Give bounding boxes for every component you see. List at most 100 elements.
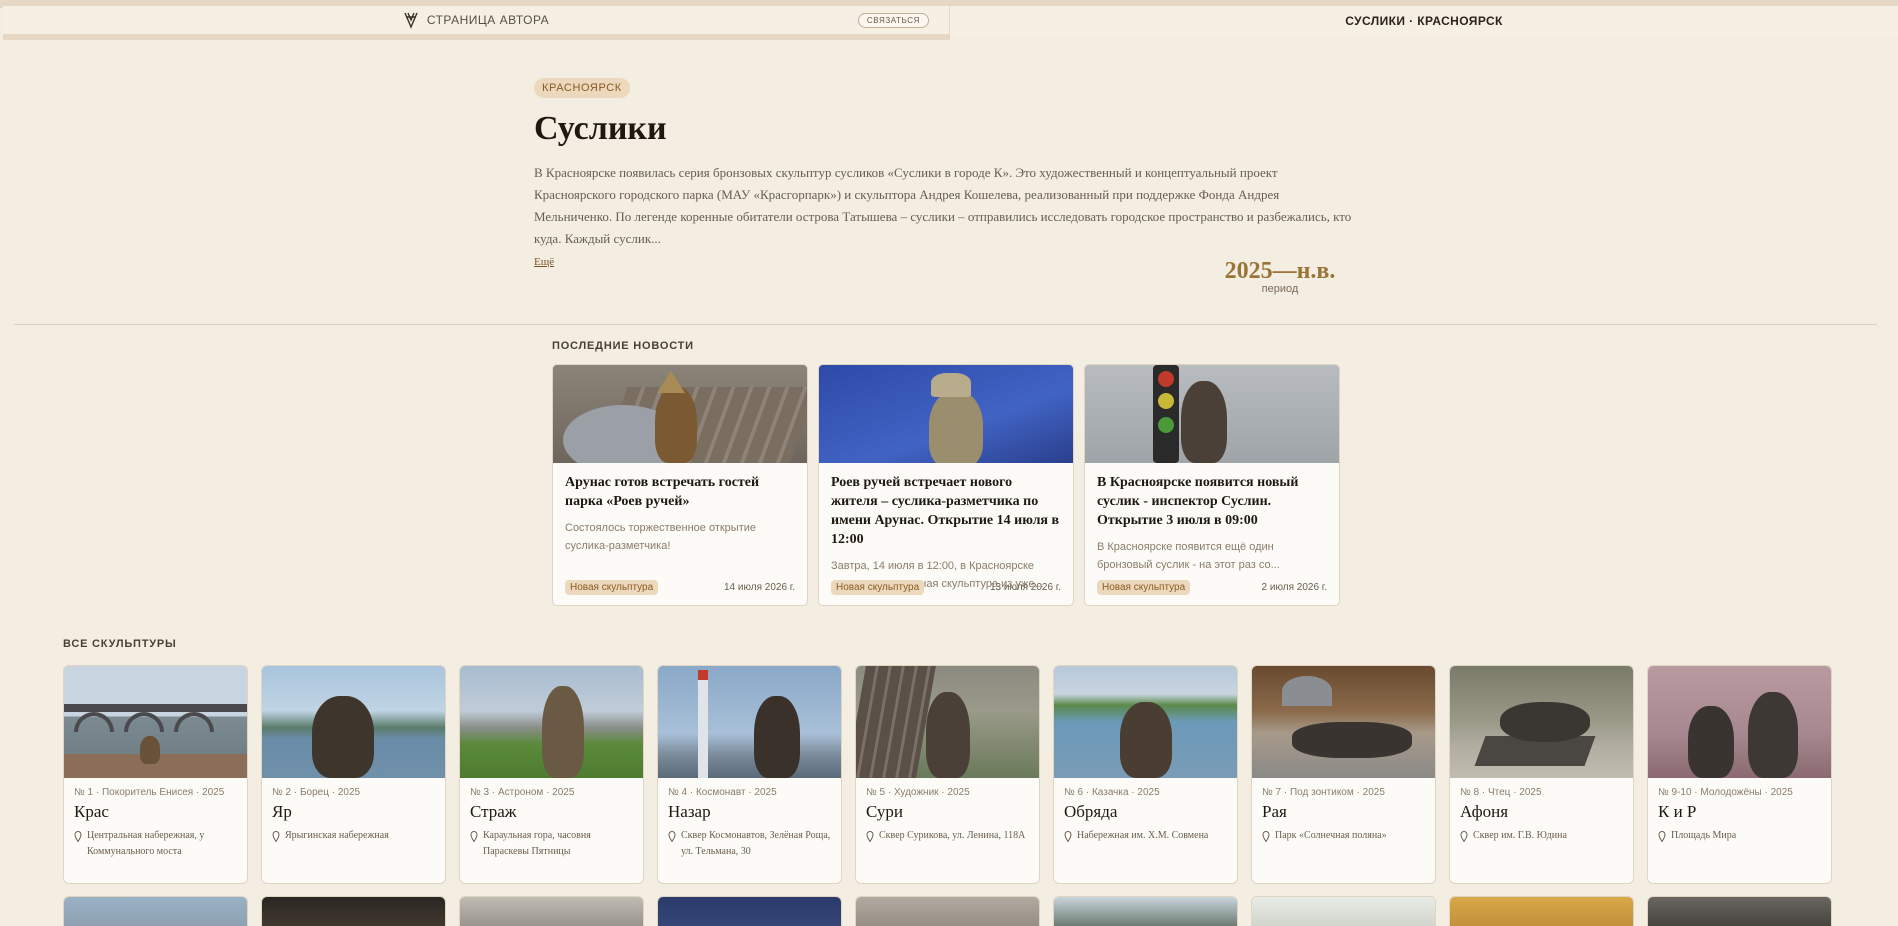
sculpture-image <box>64 897 247 926</box>
news-date: 14 июля 2026 г. <box>723 582 795 593</box>
news-card[interactable]: Арунас готов встречать гостей парка «Рое… <box>552 364 808 606</box>
sculpture-image <box>856 897 1039 926</box>
sculpture-image <box>1450 897 1633 926</box>
sculpture-image <box>1252 897 1435 926</box>
news-tag[interactable]: Новая скульптура <box>565 580 659 595</box>
sculpture-image <box>658 897 841 926</box>
sculpture-image <box>856 666 1039 778</box>
news-date: 13 июля 2026 г. <box>989 582 1061 593</box>
news-title: Роев ручей встречает нового жителя – сус… <box>831 475 1060 547</box>
location-pin-icon <box>272 831 280 842</box>
sculpture-name: Крас <box>74 802 109 821</box>
sculpture-meta: № 3 · Астроном · 2025 <box>470 787 575 798</box>
sculpture-card[interactable]: № 1 · Покоритель Енисея · 2025 Крас Цент… <box>63 665 248 884</box>
sculpture-card[interactable]: № 6 · Казачка · 2025 Обряда Набережная и… <box>1053 665 1238 884</box>
sculpture-location: Сквер Сурикова, ул. Ленина, 118А <box>879 830 1026 841</box>
sculpture-card[interactable] <box>1053 896 1238 926</box>
sculpture-meta: № 9-10 · Молодожёны · 2025 <box>1658 787 1793 798</box>
sculpture-card[interactable] <box>1449 896 1634 926</box>
sculpture-meta: № 5 · Художник · 2025 <box>866 787 970 798</box>
sculpture-meta: № 4 · Космонавт · 2025 <box>668 787 777 798</box>
sculpture-location: Сквер им. Г.В. Юдина <box>1473 830 1567 841</box>
author-page-link[interactable]: СТРАНИЦА АВТОРА <box>403 11 549 29</box>
sculpture-location: Караульная гора, часовня Параскевы Пятни… <box>483 830 591 857</box>
section-divider <box>14 324 1877 325</box>
news-image <box>1085 365 1339 463</box>
sculpture-meta: № 8 · Чтец · 2025 <box>1460 787 1542 798</box>
sculpture-image <box>1054 666 1237 778</box>
sculpture-card[interactable] <box>261 896 446 926</box>
sculpture-meta: № 2 · Борец · 2025 <box>272 787 361 798</box>
sculpture-card[interactable] <box>1647 896 1832 926</box>
contact-button[interactable]: СВЯЗАТЬСЯ <box>857 13 929 28</box>
sculpture-grid: № 1 · Покоритель Енисея · 2025 Крас Цент… <box>63 665 1832 926</box>
news-section-title: ПОСЛЕДНИЕ НОВОСТИ <box>552 340 694 352</box>
page-title: Суслики <box>534 110 667 147</box>
sculpture-image <box>1450 666 1633 778</box>
sculpture-card[interactable]: № 9-10 · Молодожёны · 2025 К и Р Площадь… <box>1647 665 1832 884</box>
sculpture-location: Площадь Мира <box>1671 830 1737 841</box>
period-value: 2025—н.в. <box>1224 258 1336 284</box>
sculpture-location: Ярыгинская набережная <box>285 830 389 841</box>
news-image <box>819 365 1073 463</box>
sculpture-name: Страж <box>470 802 517 821</box>
news-date: 2 июля 2026 г. <box>1261 582 1327 593</box>
sculpture-card[interactable]: № 7 · Под зонтиком · 2025 Рая Парк «Солн… <box>1251 665 1436 884</box>
sculpture-image <box>1054 897 1237 926</box>
sculpture-name: Сури <box>866 802 904 821</box>
author-logo-icon <box>404 12 418 29</box>
location-pin-icon <box>74 831 82 842</box>
location-pin-icon <box>1460 831 1468 842</box>
news-card[interactable]: В Красноярске появится новый суслик - ин… <box>1084 364 1340 606</box>
news-title: Арунас готов встречать гостей парка «Рое… <box>565 475 760 509</box>
sculpture-card[interactable] <box>1251 896 1436 926</box>
sculpture-name: Яр <box>272 802 292 821</box>
news-snippet: Состоялось торжественное открытие суслик… <box>565 522 756 552</box>
current-tab[interactable]: СУСЛИКИ · КРАСНОЯРСК <box>950 6 1898 36</box>
sculpture-name: К и Р <box>1658 802 1697 821</box>
sculpture-name: Рая <box>1262 802 1287 821</box>
news-tag[interactable]: Новая скульптура <box>1097 580 1191 595</box>
news-image <box>553 365 807 463</box>
sculpture-meta: № 1 · Покоритель Енисея · 2025 <box>74 787 225 798</box>
sculpture-card[interactable]: № 2 · Борец · 2025 Яр Ярыгинская набереж… <box>261 665 446 884</box>
location-pin-icon <box>1262 831 1270 842</box>
sculpture-card[interactable] <box>459 896 644 926</box>
period-block: 2025—н.в. период <box>1200 258 1360 295</box>
location-pin-icon <box>1658 831 1666 842</box>
sculpture-meta: № 7 · Под зонтиком · 2025 <box>1262 787 1385 798</box>
hero-section: КРАСНОЯРСК Суслики В Красноярске появила… <box>534 78 1358 270</box>
location-pin-icon <box>668 831 676 842</box>
location-pin-icon <box>1064 831 1072 842</box>
sculpture-meta: № 6 · Казачка · 2025 <box>1064 787 1160 798</box>
sculpture-name: Афоня <box>1460 802 1509 821</box>
sculpture-card[interactable]: № 8 · Чтец · 2025 Афоня Сквер им. Г.В. Ю… <box>1449 665 1634 884</box>
read-more-link[interactable]: Ещё <box>534 256 554 268</box>
sculpture-image <box>262 897 445 926</box>
sculpture-name: Обряда <box>1064 802 1118 821</box>
news-title: В Красноярске появится новый суслик - ин… <box>1097 475 1299 528</box>
author-page-label: СТРАНИЦА АВТОРА <box>426 13 550 27</box>
sculpture-image <box>658 666 841 778</box>
location-pin-icon <box>470 831 478 842</box>
news-snippet: В Красноярске появится ещё один бронзовы… <box>1097 541 1280 571</box>
sculpture-card[interactable] <box>657 896 842 926</box>
news-card[interactable]: Роев ручей встречает нового жителя – сус… <box>818 364 1074 606</box>
news-tag[interactable]: Новая скульптура <box>831 580 925 595</box>
sculpture-card[interactable]: № 4 · Космонавт · 2025 Назар Сквер Космо… <box>657 665 842 884</box>
sculpture-image <box>460 897 643 926</box>
sculpture-image <box>64 666 247 778</box>
city-badge[interactable]: КРАСНОЯРСК <box>534 78 630 98</box>
sculpture-location: Парк «Солнечная поляна» <box>1275 830 1387 841</box>
sculpture-image <box>1648 897 1831 926</box>
author-tab[interactable]: СТРАНИЦА АВТОРА СВЯЗАТЬСЯ <box>3 6 949 40</box>
project-description: В Красноярске появилась серия бронзовых … <box>534 165 1352 246</box>
sculpture-card[interactable] <box>63 896 248 926</box>
sculpture-card[interactable]: № 3 · Астроном · 2025 Страж Караульная г… <box>459 665 644 884</box>
sculpture-location: Набережная им. Х.М. Совмена <box>1077 830 1209 841</box>
sculpture-image <box>1648 666 1831 778</box>
sculptures-section-title: ВСЕ СКУЛЬПТУРЫ <box>63 638 177 650</box>
sculpture-location: Центральная набережная, у Коммунального … <box>87 830 205 857</box>
sculpture-card[interactable]: № 5 · Художник · 2025 Сури Сквер Суриков… <box>855 665 1040 884</box>
sculpture-card[interactable] <box>855 896 1040 926</box>
